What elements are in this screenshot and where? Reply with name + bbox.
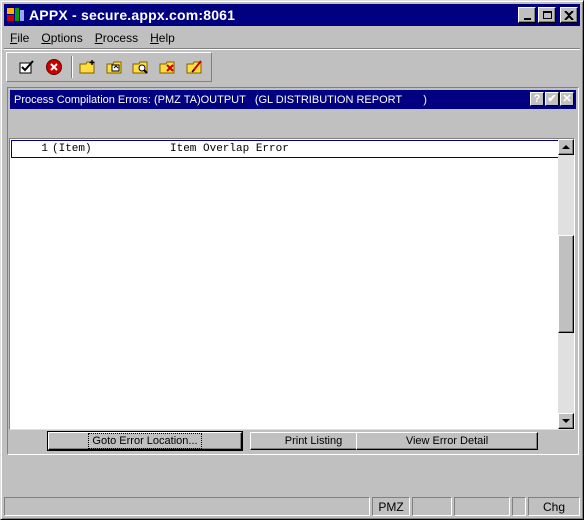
appx-logo-icon	[7, 7, 25, 23]
scroll-up-button[interactable]	[558, 139, 574, 155]
cancel-toolbar-button[interactable]	[42, 56, 66, 78]
scroll-thumb[interactable]	[558, 235, 574, 333]
status-bar: PMZ Chg	[4, 497, 580, 517]
status-cell	[512, 497, 526, 516]
error-message: Item Overlap Error	[170, 143, 289, 155]
title-bar[interactable]: APPX - secure.appx.com:8061	[4, 4, 580, 26]
error-list[interactable]: 1 (Item) Item Overlap Error	[9, 138, 575, 430]
ok-button[interactable]: ✔	[545, 92, 559, 106]
inner-window-title: Process Compilation Errors: (PMZ TA)OUTP…	[14, 93, 427, 106]
status-message	[4, 497, 370, 516]
appx-window: APPX - secure.appx.com:8061 File Options…	[0, 0, 584, 520]
menu-file[interactable]: File	[4, 31, 35, 45]
new-toolbar-button[interactable]	[77, 56, 101, 78]
edit-toolbar-button[interactable]	[184, 56, 208, 78]
status-mode: Chg	[528, 497, 580, 516]
status-cell	[412, 497, 452, 516]
open-toolbar-button[interactable]	[104, 56, 128, 78]
goto-error-location-button[interactable]: Goto Error Location...	[47, 431, 243, 451]
scroll-down-button[interactable]	[558, 413, 574, 429]
menu-help[interactable]: Help	[144, 31, 181, 45]
toolbar	[6, 52, 212, 82]
checkmark-icon	[19, 60, 34, 74]
close-icon	[564, 10, 574, 20]
process-compilation-errors-window: Process Compilation Errors: (PMZ TA)OUTP…	[7, 87, 579, 455]
maximize-button[interactable]	[538, 7, 556, 23]
inner-title-bar[interactable]: Process Compilation Errors: (PMZ TA)OUTP…	[10, 90, 576, 109]
toolbar-divider	[70, 56, 73, 78]
status-process: PMZ	[372, 497, 410, 516]
menu-process[interactable]: Process	[89, 31, 144, 45]
menu-bar: File Options Process Help	[4, 28, 580, 48]
close-inner-button[interactable]: ✕	[560, 92, 574, 106]
close-window-button[interactable]	[560, 7, 578, 23]
maximize-icon	[542, 11, 552, 19]
minimize-icon	[523, 17, 531, 20]
window-title: APPX - secure.appx.com:8061	[29, 7, 236, 23]
folder-search-icon	[132, 61, 149, 74]
status-cell	[454, 497, 510, 516]
menu-options[interactable]: Options	[35, 31, 88, 45]
cancel-icon	[45, 59, 62, 75]
vertical-scrollbar[interactable]	[558, 139, 574, 429]
error-type: (Item)	[52, 143, 92, 155]
search-toolbar-button[interactable]	[130, 56, 154, 78]
folder-edit-icon	[186, 60, 202, 74]
toolbar-separator	[4, 48, 580, 50]
delete-toolbar-button[interactable]	[157, 56, 181, 78]
arrow-up-icon	[562, 145, 570, 149]
help-button[interactable]: ?	[530, 92, 544, 106]
list-item[interactable]: 1 (Item) Item Overlap Error	[11, 140, 560, 158]
minimize-button[interactable]	[518, 7, 536, 23]
folder-up-icon	[106, 61, 121, 74]
folder-delete-icon	[159, 61, 175, 74]
view-error-detail-button[interactable]: View Error Detail	[356, 432, 538, 450]
arrow-down-icon	[562, 419, 570, 423]
error-number: 1	[41, 143, 48, 155]
folder-new-icon	[79, 60, 95, 74]
ok-toolbar-button[interactable]	[15, 56, 39, 78]
